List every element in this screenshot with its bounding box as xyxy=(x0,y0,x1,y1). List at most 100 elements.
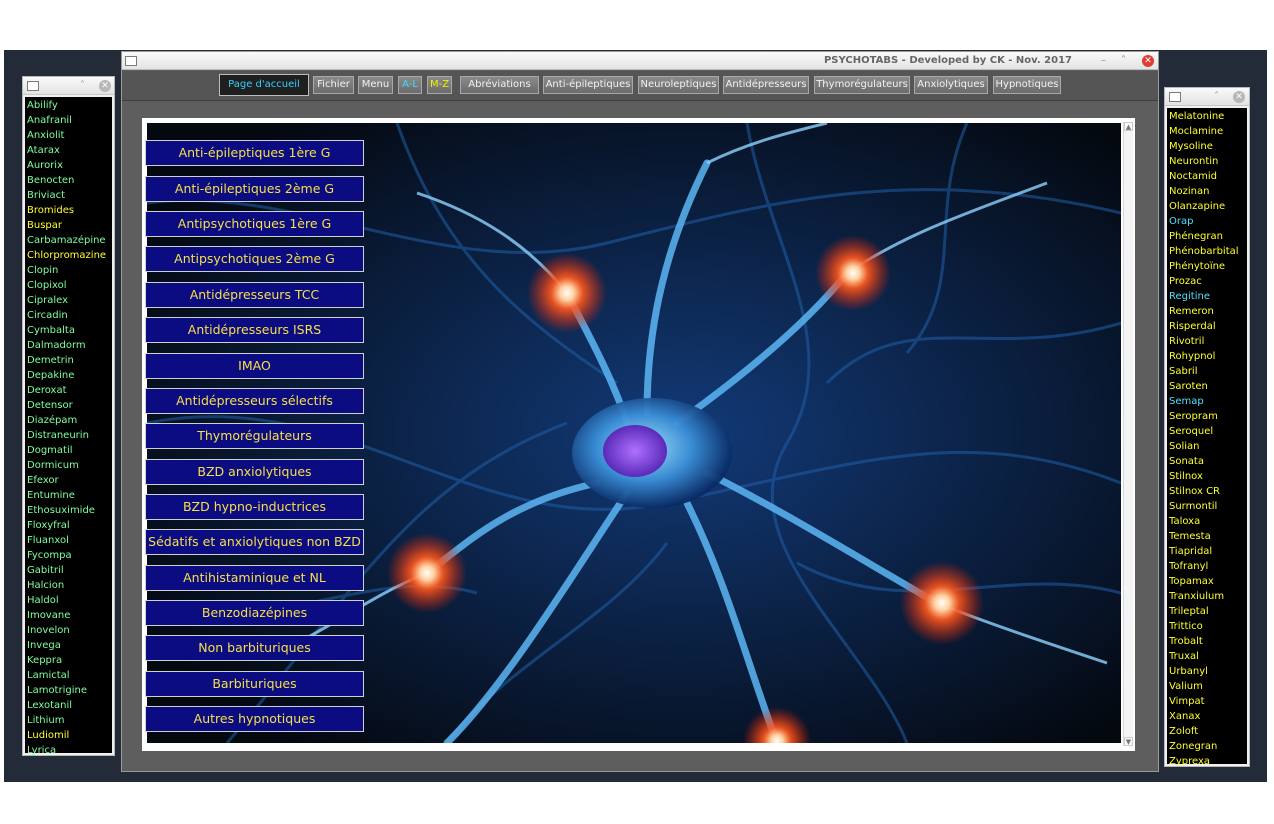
toolbar-button-11[interactable]: Hypnotiques xyxy=(993,76,1061,94)
drug-list-item[interactable]: Lamictal xyxy=(25,668,112,683)
drug-list-item[interactable]: Orap xyxy=(1167,214,1247,229)
drug-list-item[interactable]: Gabitril xyxy=(25,563,112,578)
category-button-2[interactable]: Antipsychotiques 1ère G xyxy=(145,211,364,237)
category-button-7[interactable]: Antidépresseurs sélectifs xyxy=(145,388,364,414)
drug-list-item[interactable]: Fluanxol xyxy=(25,533,112,548)
category-button-1[interactable]: Anti-épileptiques 2ème G xyxy=(145,176,364,202)
drug-list-item[interactable]: Buspar xyxy=(25,218,112,233)
drug-list-item[interactable]: Remeron xyxy=(1167,304,1247,319)
maximize-icon[interactable]: ˄ xyxy=(1121,54,1126,68)
drug-list-item[interactable]: Semap xyxy=(1167,394,1247,409)
drug-list-item[interactable]: Cipralex xyxy=(25,293,112,308)
drug-list-item[interactable]: Zoloft xyxy=(1167,724,1247,739)
close-icon[interactable]: ✕ xyxy=(1233,91,1245,103)
drug-list-item[interactable]: Saroten xyxy=(1167,379,1247,394)
toolbar-button-9[interactable]: Thymorégulateurs xyxy=(814,76,910,94)
category-button-4[interactable]: Antidépresseurs TCC xyxy=(145,282,364,308)
drug-list-item[interactable]: Melatonine xyxy=(1167,109,1247,124)
toolbar-button-2[interactable]: Menu xyxy=(358,76,393,94)
category-button-0[interactable]: Anti-épileptiques 1ère G xyxy=(145,140,364,166)
drug-list-item[interactable]: Keppra xyxy=(25,653,112,668)
drug-list-item[interactable]: Lexotanil xyxy=(25,698,112,713)
drug-list-m-z[interactable]: Melatonine Moclamine Mysoline Neurontin Noct… xyxy=(1167,108,1247,767)
drug-list-item[interactable]: Regitine xyxy=(1167,289,1247,304)
category-button-16[interactable]: Autres hypnotiques xyxy=(145,706,364,732)
toolbar-button-7[interactable]: Neuroleptiques xyxy=(638,76,719,94)
drug-list-item[interactable]: Truxal xyxy=(1167,649,1247,664)
drug-list-item[interactable]: Lyrica xyxy=(25,743,112,758)
minimize-icon[interactable]: – xyxy=(1101,54,1106,68)
category-button-10[interactable]: BZD hypno-inductrices xyxy=(145,494,364,520)
drug-list-item[interactable]: Vimpat xyxy=(1167,694,1247,709)
drug-list-item[interactable]: Seropram xyxy=(1167,409,1247,424)
drug-list-item[interactable]: Nozinan xyxy=(1167,184,1247,199)
drug-list-item[interactable]: Benocten xyxy=(25,173,112,188)
drug-list-item[interactable]: Abilify xyxy=(25,98,112,113)
drug-list-item[interactable]: Efexor xyxy=(25,473,112,488)
drug-list-item[interactable]: Phénytoïne xyxy=(1167,259,1247,274)
drug-list-item[interactable]: Tranxiulum xyxy=(1167,589,1247,604)
drug-list-item[interactable]: Dogmatil xyxy=(25,443,112,458)
category-button-12[interactable]: Antihistaminique et NL xyxy=(145,565,364,591)
toolbar-button-3[interactable]: A-L xyxy=(398,76,422,94)
toolbar-button-8[interactable]: Antidépresseurs xyxy=(723,76,809,94)
drug-list-item[interactable]: Topamax xyxy=(1167,574,1247,589)
scroll-down-icon[interactable]: ▼ xyxy=(1124,737,1133,746)
close-icon[interactable]: ✕ xyxy=(1142,55,1154,67)
drug-list-item[interactable]: Clopin xyxy=(25,263,112,278)
drug-list-item[interactable]: Noctamid xyxy=(1167,169,1247,184)
category-button-5[interactable]: Antidépresseurs ISRS xyxy=(145,317,364,343)
toolbar-button-5[interactable]: Abréviations xyxy=(460,76,539,94)
drug-list-item[interactable]: Neurontin xyxy=(1167,154,1247,169)
category-button-15[interactable]: Barbituriques xyxy=(145,671,364,697)
drug-list-item[interactable]: Trileptal xyxy=(1167,604,1247,619)
drug-list-item[interactable]: Tofranyl xyxy=(1167,559,1247,574)
drug-list-item[interactable]: Tiapridal xyxy=(1167,544,1247,559)
drug-list-item[interactable]: Solian xyxy=(1167,439,1247,454)
drug-list-item[interactable]: Bromides xyxy=(25,203,112,218)
drug-list-item[interactable]: Atarax xyxy=(25,143,112,158)
drug-list-item[interactable]: Aurorix xyxy=(25,158,112,173)
drug-list-item[interactable]: Phénegran xyxy=(1167,229,1247,244)
drug-list-item[interactable]: Trittico xyxy=(1167,619,1247,634)
drug-list-item[interactable]: Rivotril xyxy=(1167,334,1247,349)
category-button-9[interactable]: BZD anxiolytiques xyxy=(145,459,364,485)
drug-list-item[interactable]: Prozac xyxy=(1167,274,1247,289)
drug-list-item[interactable]: Depakine xyxy=(25,368,112,383)
toolbar-button-10[interactable]: Anxiolytiques xyxy=(914,76,988,94)
drug-list-item[interactable]: Briviact xyxy=(25,188,112,203)
drug-list-item[interactable]: Taloxa xyxy=(1167,514,1247,529)
drug-list-item[interactable]: Chlorpromazine xyxy=(25,248,112,263)
category-button-6[interactable]: IMAO xyxy=(145,353,364,379)
drug-list-item[interactable]: Anxiolit xyxy=(25,128,112,143)
drug-list-item[interactable]: Risperdal xyxy=(1167,319,1247,334)
drug-list-item[interactable]: Zyprexa xyxy=(1167,754,1247,769)
drug-list-item[interactable]: Xanax xyxy=(1167,709,1247,724)
drug-list-item[interactable]: Haldol xyxy=(25,593,112,608)
drug-list-item[interactable]: Sabril xyxy=(1167,364,1247,379)
drug-list-item[interactable]: Urbanyl xyxy=(1167,664,1247,679)
category-button-8[interactable]: Thymorégulateurs xyxy=(145,423,364,449)
drug-list-item[interactable]: Invega xyxy=(25,638,112,653)
drug-list-item[interactable]: Trobalt xyxy=(1167,634,1247,649)
drug-list-item[interactable]: Halcion xyxy=(25,578,112,593)
drug-list-item[interactable]: Rohypnol xyxy=(1167,349,1247,364)
drug-list-item[interactable]: Moclamine xyxy=(1167,124,1247,139)
drug-list-item[interactable]: Carbamazépine xyxy=(25,233,112,248)
drug-list-item[interactable]: Surmontil xyxy=(1167,499,1247,514)
drug-list-item[interactable]: Cymbalta xyxy=(25,323,112,338)
category-button-13[interactable]: Benzodiazépines xyxy=(145,600,364,626)
drug-list-a-l[interactable]: Abilify Anafranil Anxiolit Atarax Aurorix Ben… xyxy=(25,97,112,756)
drug-list-item[interactable]: Ethosuximide xyxy=(25,503,112,518)
drug-list-item[interactable]: Circadin xyxy=(25,308,112,323)
drug-list-item[interactable]: Dormicum xyxy=(25,458,112,473)
category-button-14[interactable]: Non barbituriques xyxy=(145,635,364,661)
drug-list-item[interactable]: Sonata xyxy=(1167,454,1247,469)
drug-list-item[interactable]: Inovelon xyxy=(25,623,112,638)
drug-list-item[interactable]: Olanzapine xyxy=(1167,199,1247,214)
drug-list-item[interactable]: Stilnox xyxy=(1167,469,1247,484)
vertical-scrollbar[interactable]: ▲ ▼ xyxy=(1123,122,1133,746)
drug-list-item[interactable]: Diazépam xyxy=(25,413,112,428)
drug-list-item[interactable]: Dalmadorm xyxy=(25,338,112,353)
drug-list-item[interactable]: Lamotrigine xyxy=(25,683,112,698)
